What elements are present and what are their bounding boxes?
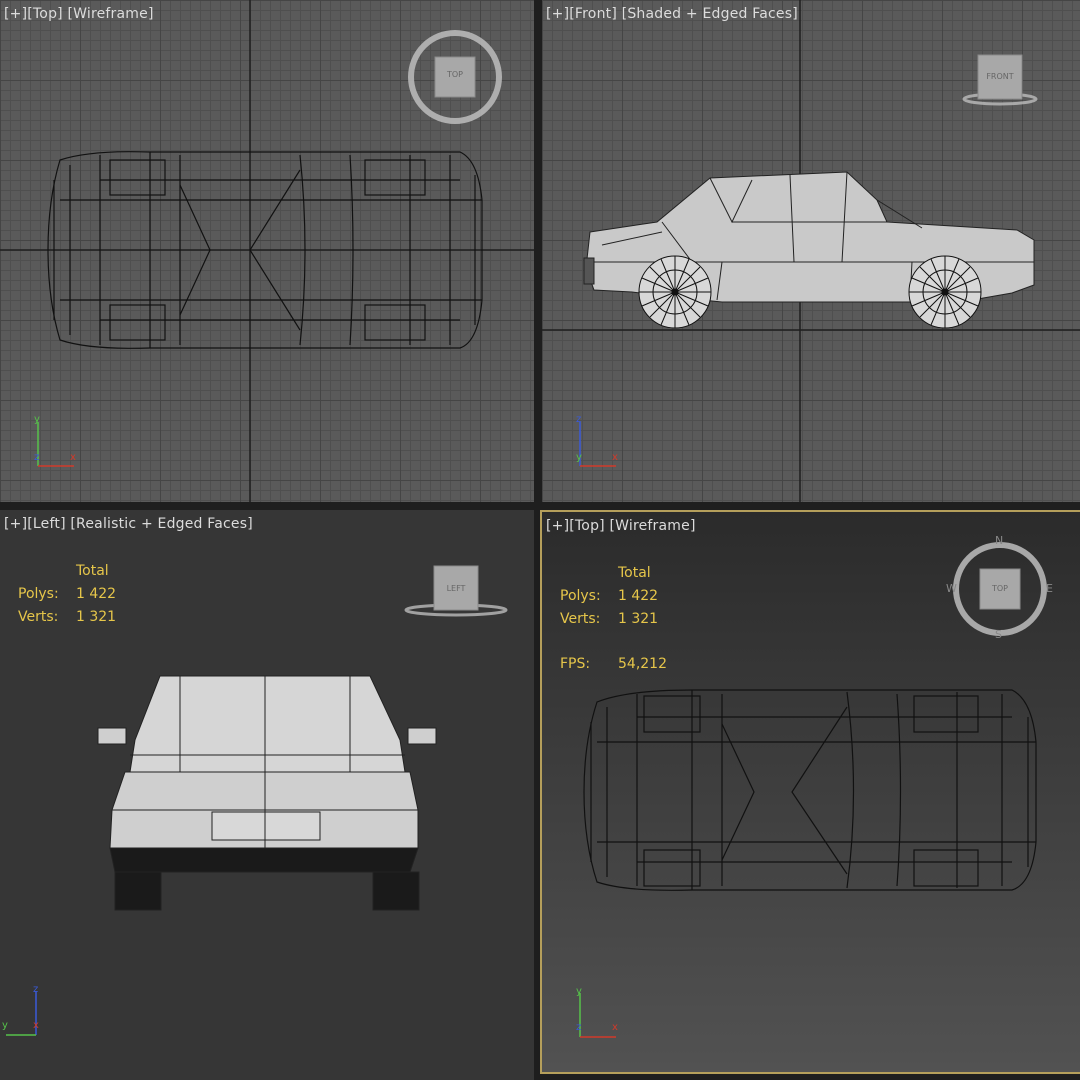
stats-overlay: Total Polys: 1 422 Verts: 1 321 — [18, 560, 116, 629]
axis-label-x: x — [612, 1022, 618, 1033]
axis-label-x: x — [33, 1020, 39, 1031]
viewport-shading-mode[interactable]: [Wireframe] — [609, 518, 695, 534]
viewcube-label[interactable]: FRONT — [978, 72, 1022, 81]
verts-value: 1 321 — [76, 609, 117, 625]
polys-value: 1 422 — [76, 586, 117, 602]
viewport-shading-mode[interactable]: [Realistic + Edged Faces] — [70, 516, 253, 532]
viewport-shading-mode[interactable]: [Shaded + Edged Faces] — [622, 6, 798, 22]
car-realistic-rear — [97, 675, 437, 911]
axis-label-z: z — [33, 984, 39, 995]
viewport-view-name[interactable]: [Top] — [27, 6, 63, 22]
viewport-label[interactable]: [+][Front] [Shaded + Edged Faces] — [546, 6, 798, 22]
axis-label-z: z — [576, 414, 582, 425]
fps-label: FPS: — [560, 656, 591, 672]
viewcube-label[interactable]: TOP — [985, 584, 1015, 593]
polys-value: 1 422 — [618, 588, 659, 604]
axis-gizmo — [37, 422, 74, 467]
verts-value: 1 321 — [618, 611, 659, 627]
compass-s[interactable]: S — [995, 628, 1002, 641]
viewport-front-shaded[interactable]: [+][Front] [Shaded + Edged Faces] FRONT … — [542, 0, 1080, 502]
car-wireframe-top — [583, 689, 1037, 891]
axis-label-y: y — [576, 986, 582, 997]
axis-label-z: z — [576, 1022, 582, 1033]
viewport-menu-plus[interactable]: [+] — [4, 6, 27, 22]
axis-label-y: y — [576, 452, 582, 463]
axis-label-x: x — [70, 452, 76, 463]
axis-label-y: y — [2, 1020, 8, 1031]
viewcube-label[interactable]: TOP — [440, 70, 470, 79]
axis-label-y: y — [34, 414, 40, 425]
polys-label: Polys: — [18, 586, 59, 602]
viewport-shading-mode[interactable]: [Wireframe] — [67, 6, 153, 22]
viewport-view-name[interactable]: [Top] — [569, 518, 605, 534]
viewport-menu-plus[interactable]: [+] — [546, 6, 569, 22]
viewport-top-wireframe[interactable]: [+][Top] [Wireframe] TOP y z x — [0, 0, 534, 502]
viewport-menu-plus[interactable]: [+] — [546, 518, 569, 534]
rear-wheel — [908, 255, 982, 329]
verts-label: Verts: — [560, 611, 601, 627]
viewcube-label[interactable]: LEFT — [434, 584, 478, 593]
stats-header: Total — [618, 565, 651, 581]
front-wheel — [638, 255, 712, 329]
stats-header: Total — [76, 563, 109, 579]
polys-label: Polys: — [560, 588, 601, 604]
axis-label-x: x — [612, 452, 618, 463]
compass-e[interactable]: E — [1046, 582, 1053, 595]
axis-gizmo — [6, 991, 37, 1036]
viewport-menu-plus[interactable]: [+] — [4, 516, 27, 532]
stats-overlay: Total Polys: 1 422 Verts: 1 321 FPS: 54,212 — [560, 562, 667, 676]
fps-value: 54,212 — [618, 656, 667, 672]
verts-label: Verts: — [18, 609, 59, 625]
viewport-label[interactable]: [+][Top] [Wireframe] — [546, 518, 696, 534]
viewport-label[interactable]: [+][Top] [Wireframe] — [4, 6, 154, 22]
viewport-view-name[interactable]: [Front] — [569, 6, 617, 22]
axis-gizmo — [579, 993, 616, 1038]
compass-n[interactable]: N — [995, 534, 1003, 547]
viewport-left-realistic[interactable]: [+][Left] [Realistic + Edged Faces] Tota… — [0, 510, 534, 1080]
compass-w[interactable]: W — [946, 582, 957, 595]
axis-label-z: z — [34, 452, 40, 463]
viewport-top-wireframe-active[interactable]: [+][Top] [Wireframe] Total Polys: 1 422 V… — [540, 510, 1080, 1074]
axis-gizmo — [579, 422, 616, 467]
viewport-view-name[interactable]: [Left] — [27, 516, 65, 532]
viewport-label[interactable]: [+][Left] [Realistic + Edged Faces] — [4, 516, 253, 532]
